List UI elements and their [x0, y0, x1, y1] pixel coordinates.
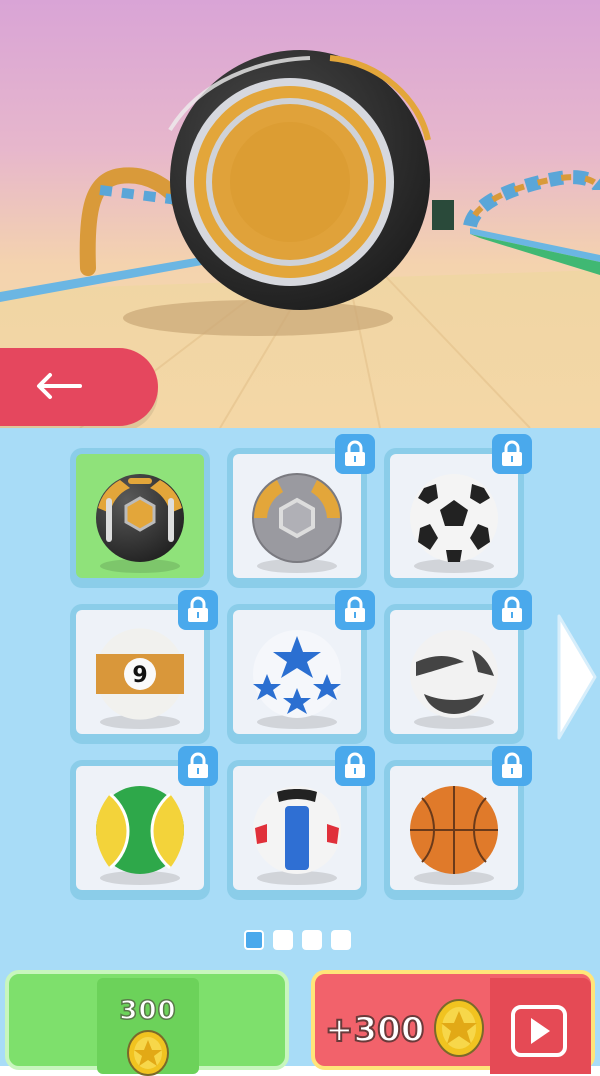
play-video-icon [511, 1005, 567, 1057]
svg-text:9: 9 [132, 663, 147, 688]
ball-slot-volleyball[interactable] [227, 746, 375, 900]
preview-ball-gold-hexagon [168, 50, 431, 310]
lock-icon [335, 590, 375, 630]
back-arrow-icon [37, 373, 82, 399]
lock-icon [492, 434, 532, 474]
lock-icon [335, 746, 375, 786]
page-dot-4[interactable] [331, 930, 351, 950]
page-dot-1[interactable] [244, 930, 264, 950]
blue-star-ball-icon [253, 630, 341, 729]
tennis-ball-icon [96, 786, 184, 885]
price-label: 300 [119, 995, 177, 1027]
buy-with-coins-button[interactable]: 300 [5, 970, 289, 1076]
lock-icon [492, 590, 532, 630]
ball-slot-soccer-ball[interactable] [384, 434, 532, 588]
ball-slot-basketball[interactable] [384, 746, 532, 900]
play-video-box [490, 978, 591, 1074]
basketball-icon [410, 786, 498, 885]
lock-icon [178, 590, 218, 630]
ad-reward-label: +300 [324, 1009, 425, 1051]
gold-hexagon-ball-icon [96, 474, 184, 573]
page-dot-3[interactable] [302, 930, 322, 950]
watch-ad-reward-button[interactable]: +300 [311, 970, 595, 1074]
black-white-ball-icon [410, 630, 498, 729]
lock-icon [178, 746, 218, 786]
volleyball-icon [253, 786, 341, 885]
next-page-arrow-icon[interactable] [555, 612, 600, 742]
page-dot-2[interactable] [273, 930, 293, 950]
ball-slot-silver-hexagon-ball[interactable] [227, 434, 375, 588]
ball-slot-black-white-ball[interactable] [384, 590, 532, 744]
silver-hexagon-ball-icon [252, 473, 342, 573]
ball-slot-tennis-ball[interactable] [70, 746, 218, 900]
coin-icon [127, 1030, 169, 1076]
coin-icon [434, 999, 484, 1057]
ball-slot-blue-star-ball[interactable] [227, 590, 375, 744]
billiard-9-ball-icon: 9 [96, 628, 184, 729]
ball-slot-billiard-9-ball[interactable]: 9 [70, 590, 218, 744]
lock-icon [492, 746, 532, 786]
soccer-ball-icon [410, 474, 498, 573]
ball-slot-gold-hexagon-ball[interactable] [70, 448, 210, 588]
ball-preview-scene [0, 0, 600, 428]
price-box: 300 [97, 978, 199, 1076]
back-button[interactable] [0, 348, 158, 426]
lock-icon [335, 434, 375, 474]
